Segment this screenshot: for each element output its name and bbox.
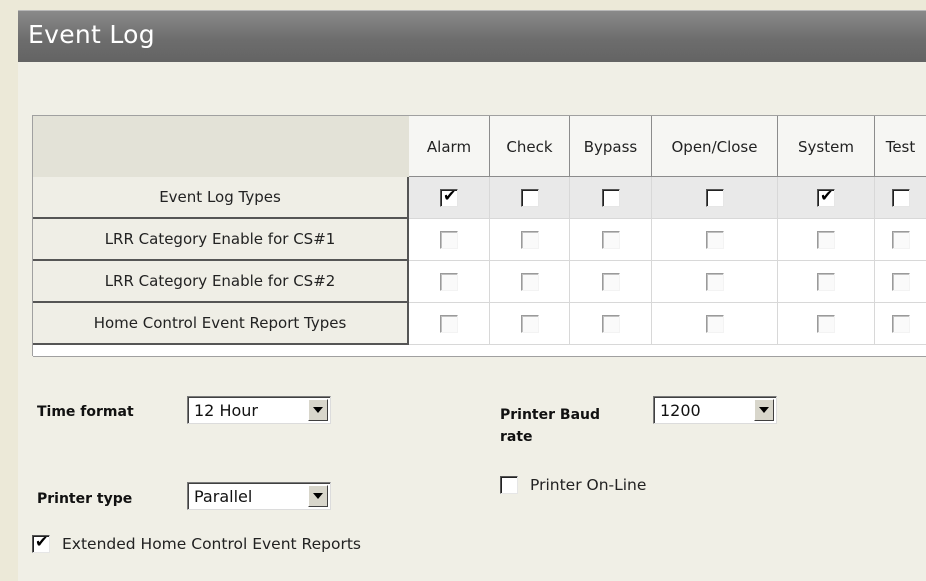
grid-cell: ✔: [409, 177, 490, 219]
chevron-down-icon: [759, 407, 769, 413]
grid-cell: ✔: [778, 177, 875, 219]
grid-cell: [570, 303, 652, 345]
checkbox-alarm[interactable]: [440, 314, 458, 333]
grid-cell: [652, 261, 778, 303]
checkbox-open-close[interactable]: [705, 188, 724, 207]
event-log-grid: Alarm Check Bypass Open/Close System Test Even…: [32, 115, 926, 357]
chevron-down-icon: [313, 407, 323, 413]
check-icon: ✔: [35, 532, 49, 551]
check-icon: ✔: [443, 185, 457, 205]
grid-cell: [570, 261, 652, 303]
grid-cell: [652, 219, 778, 261]
row-header: LRR Category Enable for CS#2: [33, 261, 409, 303]
grid-cell: [409, 219, 490, 261]
printer-online-label: Printer On-Line: [530, 476, 647, 494]
grid-cell: [409, 303, 490, 345]
grid-cell: [875, 261, 926, 303]
printer-baud-label-line1: Printer Baud: [500, 407, 601, 423]
column-header-system: System: [778, 116, 875, 177]
grid-cell: [652, 303, 778, 345]
printer-type-dropdown-button[interactable]: [308, 485, 328, 507]
checkbox-bypass[interactable]: [601, 272, 620, 291]
row-header: LRR Category Enable for CS#1: [33, 219, 409, 261]
grid-cell: [778, 303, 875, 345]
grid-cell: [778, 261, 875, 303]
checkbox-check[interactable]: [520, 230, 539, 249]
grid-bottom-strip: [33, 345, 926, 357]
column-header-alarm: Alarm: [409, 116, 490, 177]
grid-cell: [570, 219, 652, 261]
grid-cell: [490, 303, 570, 345]
event-log-page: Event Log Alarm Check Bypass Open/Close Syst…: [0, 0, 926, 581]
printer-type-value: Parallel: [194, 487, 253, 506]
grid-cell: [778, 219, 875, 261]
check-icon: ✔: [820, 185, 834, 205]
chevron-down-icon: [313, 493, 323, 499]
checkbox-alarm[interactable]: ✔: [440, 185, 458, 207]
checkbox-test[interactable]: [891, 314, 910, 333]
grid-cell: [875, 303, 926, 345]
time-format-label: Time format: [37, 404, 134, 420]
grid-cell: [652, 177, 778, 219]
time-format-dropdown-button[interactable]: [308, 399, 328, 421]
grid-cell: [875, 219, 926, 261]
checkbox-bypass[interactable]: [601, 230, 620, 249]
grid-cell: [409, 261, 490, 303]
extended-reports-label: Extended Home Control Event Reports: [62, 535, 361, 553]
checkbox-bypass[interactable]: [601, 314, 620, 333]
printer-online-checkbox[interactable]: [500, 476, 518, 494]
column-header-open-close: Open/Close: [652, 116, 778, 177]
time-format-select[interactable]: 12 Hour: [187, 396, 331, 424]
grid-corner-header: [33, 116, 410, 178]
checkbox-alarm[interactable]: [440, 272, 458, 291]
column-header-test: Test: [875, 116, 926, 177]
checkbox-open-close[interactable]: [705, 230, 724, 249]
row-header: Home Control Event Report Types: [33, 303, 409, 345]
checkbox-alarm[interactable]: [440, 230, 458, 249]
checkbox-system[interactable]: [817, 230, 835, 249]
printer-type-label: Printer type: [37, 491, 133, 507]
checkbox-test[interactable]: [891, 272, 910, 291]
printer-online-option[interactable]: Printer On-Line: [500, 476, 646, 494]
grid-cell: [570, 177, 652, 219]
checkbox-test[interactable]: [891, 230, 910, 249]
checkbox-check[interactable]: [520, 188, 539, 207]
page-title: Event Log: [28, 20, 155, 49]
checkbox-system[interactable]: [817, 272, 835, 291]
printer-type-select[interactable]: Parallel: [187, 482, 331, 510]
title-bar: Event Log: [18, 10, 926, 63]
printer-baud-label-line2: rate: [500, 429, 533, 445]
checkbox-bypass[interactable]: [601, 188, 620, 207]
row-header: Event Log Types: [33, 177, 409, 219]
printer-baud-value: 1200: [660, 401, 701, 420]
printer-baud-dropdown-button[interactable]: [754, 399, 774, 421]
checkbox-open-close[interactable]: [705, 314, 724, 333]
checkbox-check[interactable]: [520, 272, 539, 291]
checkbox-system[interactable]: ✔: [817, 185, 835, 207]
column-header-check: Check: [490, 116, 570, 177]
printer-baud-label: Printer Baud rate: [500, 404, 600, 448]
grid-cell: [875, 177, 926, 219]
printer-baud-select[interactable]: 1200: [653, 396, 777, 424]
extended-reports-checkbox[interactable]: ✔: [32, 532, 50, 553]
checkbox-open-close[interactable]: [705, 272, 724, 291]
checkbox-system[interactable]: [817, 314, 835, 333]
checkbox-check[interactable]: [520, 314, 539, 333]
column-header-bypass: Bypass: [570, 116, 652, 177]
grid-cell: [490, 177, 570, 219]
checkbox-test[interactable]: [891, 188, 910, 207]
extended-reports-option[interactable]: ✔ Extended Home Control Event Reports: [32, 532, 361, 553]
grid-cell: [490, 261, 570, 303]
grid-cell: [490, 219, 570, 261]
time-format-value: 12 Hour: [194, 401, 258, 420]
